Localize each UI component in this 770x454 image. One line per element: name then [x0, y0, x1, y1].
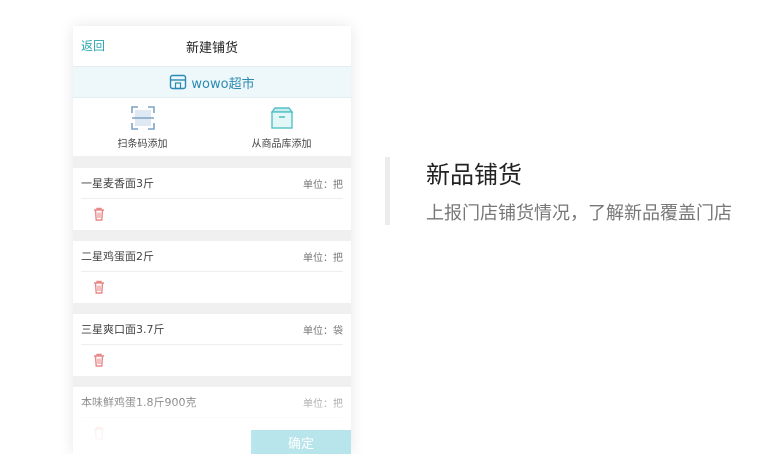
list-item: 三星爽口面3.7斤 单位：袋 — [73, 314, 351, 376]
feature-title: 新品铺货 — [426, 161, 522, 189]
scan-barcode-label: 扫条码添加 — [117, 139, 168, 150]
item-unit: 单位：把 — [303, 252, 343, 264]
barcode-scan-icon — [130, 106, 155, 130]
phone-screen: 返回 新建铺货 wowo超市 扫条码添加 从商品库添加 一星麦香面3斤 单位：把… — [73, 26, 351, 454]
trash-icon[interactable] — [91, 279, 107, 295]
list-gap — [73, 303, 351, 314]
store-name: wowo超市 — [191, 76, 255, 92]
add-actions: 扫条码添加 从商品库添加 — [73, 98, 351, 156]
back-button[interactable]: 返回 — [81, 37, 105, 54]
item-unit: 单位：袋 — [303, 325, 343, 337]
section-gap — [73, 156, 351, 168]
scan-barcode-button[interactable]: 扫条码添加 — [73, 98, 212, 156]
confirm-button[interactable]: 确定 — [251, 430, 351, 454]
trash-icon[interactable] — [91, 352, 107, 368]
item-name: 二星鸡蛋面2斤 — [81, 250, 154, 263]
bottom-bar: 确定 — [73, 430, 351, 454]
feature-description: 上报门店铺货情况，了解新品覆盖门店 — [426, 203, 732, 224]
list-gap — [73, 376, 351, 387]
list-gap — [73, 230, 351, 241]
nav-bar: 返回 新建铺货 — [73, 26, 351, 66]
list-item: 二星鸡蛋面2斤 单位：把 — [73, 241, 351, 303]
store-icon — [170, 74, 187, 90]
store-banner: wowo超市 — [73, 66, 351, 98]
item-name: 一星麦香面3斤 — [81, 177, 154, 190]
item-unit: 单位：把 — [303, 398, 343, 410]
vertical-divider — [385, 157, 390, 225]
item-name: 本味鲜鸡蛋1.8斤900克 — [81, 396, 197, 409]
product-box-icon — [270, 107, 293, 129]
item-name: 三星爽口面3.7斤 — [81, 323, 165, 336]
bottom-summary — [73, 430, 251, 454]
add-from-library-label: 从商品库添加 — [251, 139, 312, 150]
trash-icon[interactable] — [91, 206, 107, 222]
item-unit: 单位：把 — [303, 179, 343, 191]
add-from-library-button[interactable]: 从商品库添加 — [212, 98, 351, 156]
list-item: 一星麦香面3斤 单位：把 — [73, 168, 351, 230]
page-title: 新建铺货 — [185, 40, 238, 56]
